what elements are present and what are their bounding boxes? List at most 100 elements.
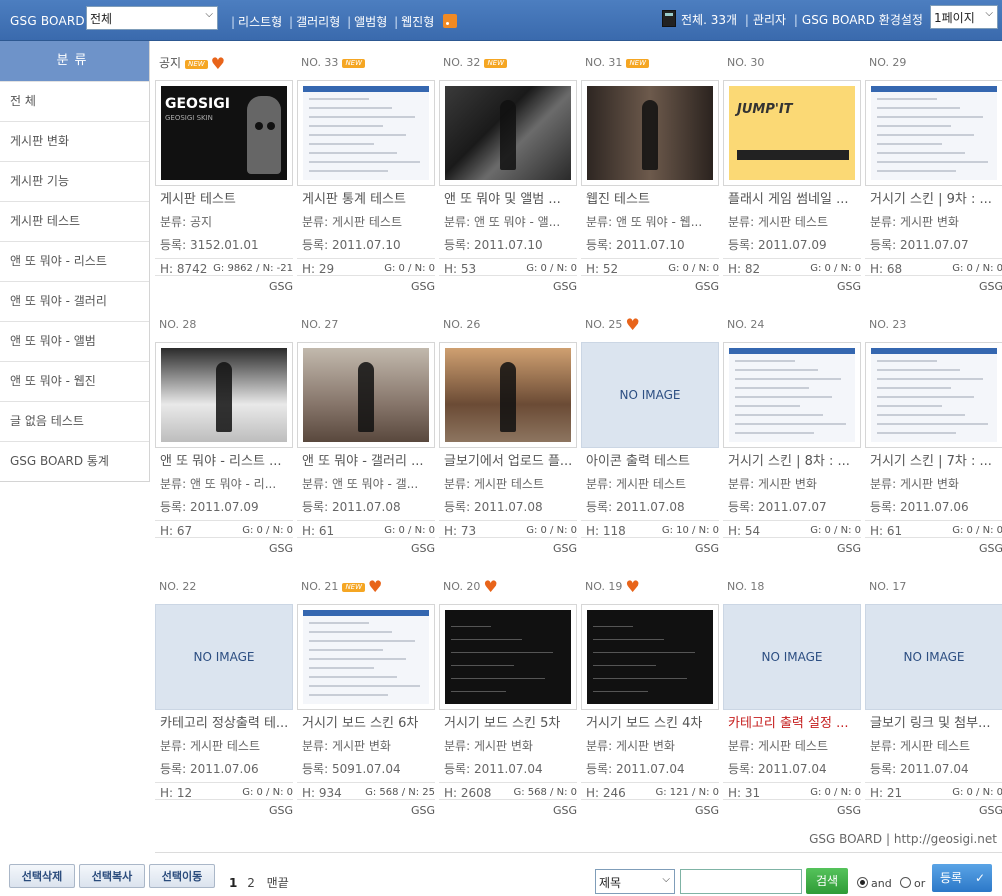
sidebar-item-gallery[interactable]: 앤 또 뭐야 - 갤러리 [0,281,149,321]
sidebar-item-board-change[interactable]: 게시판 변화 [0,121,149,161]
post-thumbnail[interactable]: JUMP'ITNO IMAGE [723,80,861,186]
post-author[interactable]: GSG [723,542,861,555]
post-title[interactable]: 카테고리 출력 설정 ... [728,712,860,731]
copy-selected-button[interactable]: 선택복사 [79,864,145,888]
post-title[interactable]: 거시기 스킨 | 8차 : ... [728,450,860,469]
post-date: 등록: 2011.07.08 [444,500,543,514]
post-title[interactable]: 앤 또 뭐야 - 리스트 ... [160,450,292,469]
post-thumbnail[interactable]: NO IMAGE [723,604,861,710]
sidebar-item-no-posts[interactable]: 글 없음 테스트 [0,401,149,441]
footer-credit[interactable]: GSG BOARD | http://geosigi.net [809,832,997,846]
post-author[interactable]: GSG [297,804,435,817]
post-title[interactable]: 카테고리 정상출력 테... [160,712,292,731]
view-link-album[interactable]: 앨범형 [354,15,387,29]
radio-or[interactable]: or [900,877,925,890]
post-title[interactable]: 웹진 테스트 [586,188,718,207]
post-thumbnail[interactable]: NO IMAGE [581,342,719,448]
radio-and-label: and [871,877,892,890]
search-button[interactable]: 검색 [806,868,848,894]
post-title[interactable]: 아이콘 출력 테스트 [586,450,718,469]
post-author[interactable]: GSG [723,280,861,293]
post-thumbnail[interactable]: NO IMAGE [723,342,861,448]
search-input[interactable] [680,869,802,894]
vote-count: G: 0 / N: 0 [526,263,577,274]
view-link-webzine[interactable]: 웹진형 [401,15,434,29]
radio-and[interactable]: and [857,877,892,890]
post-thumbnail[interactable]: NO IMAGE [297,80,435,186]
write-button[interactable]: 등록 ✓ [932,864,992,892]
sidebar-item-board-feature[interactable]: 게시판 기능 [0,161,149,201]
hit-count: H: 12 [160,786,193,800]
rss-icon[interactable] [443,14,458,28]
board-brand[interactable]: GSG BOARD [10,14,85,28]
post-author[interactable]: GSG [439,804,577,817]
post-author[interactable]: GSG [155,280,293,293]
view-link-gallery[interactable]: 갤러리형 [296,15,340,29]
post-thumbnail[interactable]: NO IMAGE [865,604,1002,710]
post-author[interactable]: GSG [581,542,719,555]
page-select[interactable]: 1페이지 ⌵ [930,5,998,29]
page-link[interactable]: 2 [247,876,255,890]
post-thumbnail[interactable]: NO IMAGE [581,604,719,710]
page-link-current[interactable]: 1 [229,876,237,890]
view-link-list[interactable]: 리스트형 [238,15,282,29]
sidebar-item-album[interactable]: 앤 또 뭐야 - 앨범 [0,321,149,361]
post-thumbnail[interactable]: GEOSIGIGEOSIGI SKINNO IMAGE [155,80,293,186]
post-thumbnail[interactable]: NO IMAGE [155,604,293,710]
post-title[interactable]: 게시판 테스트 [160,188,292,207]
post-thumbnail[interactable]: NO IMAGE [297,604,435,710]
move-selected-button[interactable]: 선택이동 [149,864,215,888]
post-author[interactable]: GSG [865,280,1002,293]
post-author[interactable]: GSG [581,804,719,817]
post-title[interactable]: 거시기 보드 스킨 6차 [302,712,434,731]
post-thumbnail[interactable]: NO IMAGE [297,342,435,448]
post-stats: H: 52 G: 0 / N: 0 [581,258,719,276]
post-author[interactable]: GSG [865,542,1002,555]
post-author[interactable]: GSG [439,280,577,293]
sidebar-item-list[interactable]: 앤 또 뭐야 - 리스트 [0,241,149,281]
sidebar-item-webzine[interactable]: 앤 또 뭐야 - 웹진 [0,361,149,401]
post-thumbnail[interactable]: NO IMAGE [865,342,1002,448]
post-title[interactable]: 게시판 통계 테스트 [302,188,434,207]
post-author[interactable]: GSG [723,804,861,817]
post-thumbnail[interactable]: NO IMAGE [155,342,293,448]
post-title[interactable]: 글보기에서 업로드 플... [444,450,576,469]
screenshot-line [735,414,823,416]
post-author[interactable]: GSG [155,804,293,817]
sidebar-item-board-test[interactable]: 게시판 테스트 [0,201,149,241]
post-author[interactable]: GSG [297,280,435,293]
admin-link[interactable]: 관리자 [753,13,786,27]
post-title[interactable]: 거시기 스킨 | 9차 : ... [870,188,1002,207]
post-title[interactable]: 앤 또 뭐야 및 앨범 ... [444,188,576,207]
settings-link[interactable]: GSG BOARD 환경설정 [802,13,923,27]
post-title[interactable]: 거시기 보드 스킨 5차 [444,712,576,731]
last-page-link[interactable]: 맨끝 [267,876,289,890]
post-thumbnail[interactable]: NO IMAGE [439,604,577,710]
post-number-text: NO. 23 [869,318,907,331]
post-author[interactable]: GSG [865,804,1002,817]
post-stats: H: 21 G: 0 / N: 0 [865,782,1002,800]
post-title[interactable]: 글보기 링크 및 첨부... [870,712,1002,731]
post-thumbnail[interactable]: NO IMAGE [439,80,577,186]
post-date: 등록: 2011.07.06 [160,762,259,776]
post-thumbnail[interactable]: NO IMAGE [581,80,719,186]
post-thumbnail[interactable]: NO IMAGE [439,342,577,448]
post-author[interactable]: GSG [155,542,293,555]
post-title[interactable]: 거시기 보드 스킨 4차 [586,712,718,731]
post-title[interactable]: 거시기 스킨 | 7차 : ... [870,450,1002,469]
new-badge-icon: NEW [626,59,650,68]
thumbnail-image [445,86,571,180]
post-thumbnail[interactable]: NO IMAGE [865,80,1002,186]
sidebar-item-all[interactable]: 전 체 [0,81,149,121]
post-author[interactable]: GSG [297,542,435,555]
post-author[interactable]: GSG [439,542,577,555]
search-field-select[interactable]: 제목 ⌵ [595,869,675,894]
post-title[interactable]: 플래시 게임 썸네일 ... [728,188,860,207]
photo-figure [642,100,658,170]
sidebar-item-stats[interactable]: GSG BOARD 통계 [0,441,149,481]
post-author[interactable]: GSG [581,280,719,293]
new-badge-icon: NEW [342,583,366,592]
category-select[interactable]: 전체 ⌵ [86,6,218,30]
delete-selected-button[interactable]: 선택삭제 [9,864,75,888]
post-title[interactable]: 앤 또 뭐야 - 갤러리 ... [302,450,434,469]
